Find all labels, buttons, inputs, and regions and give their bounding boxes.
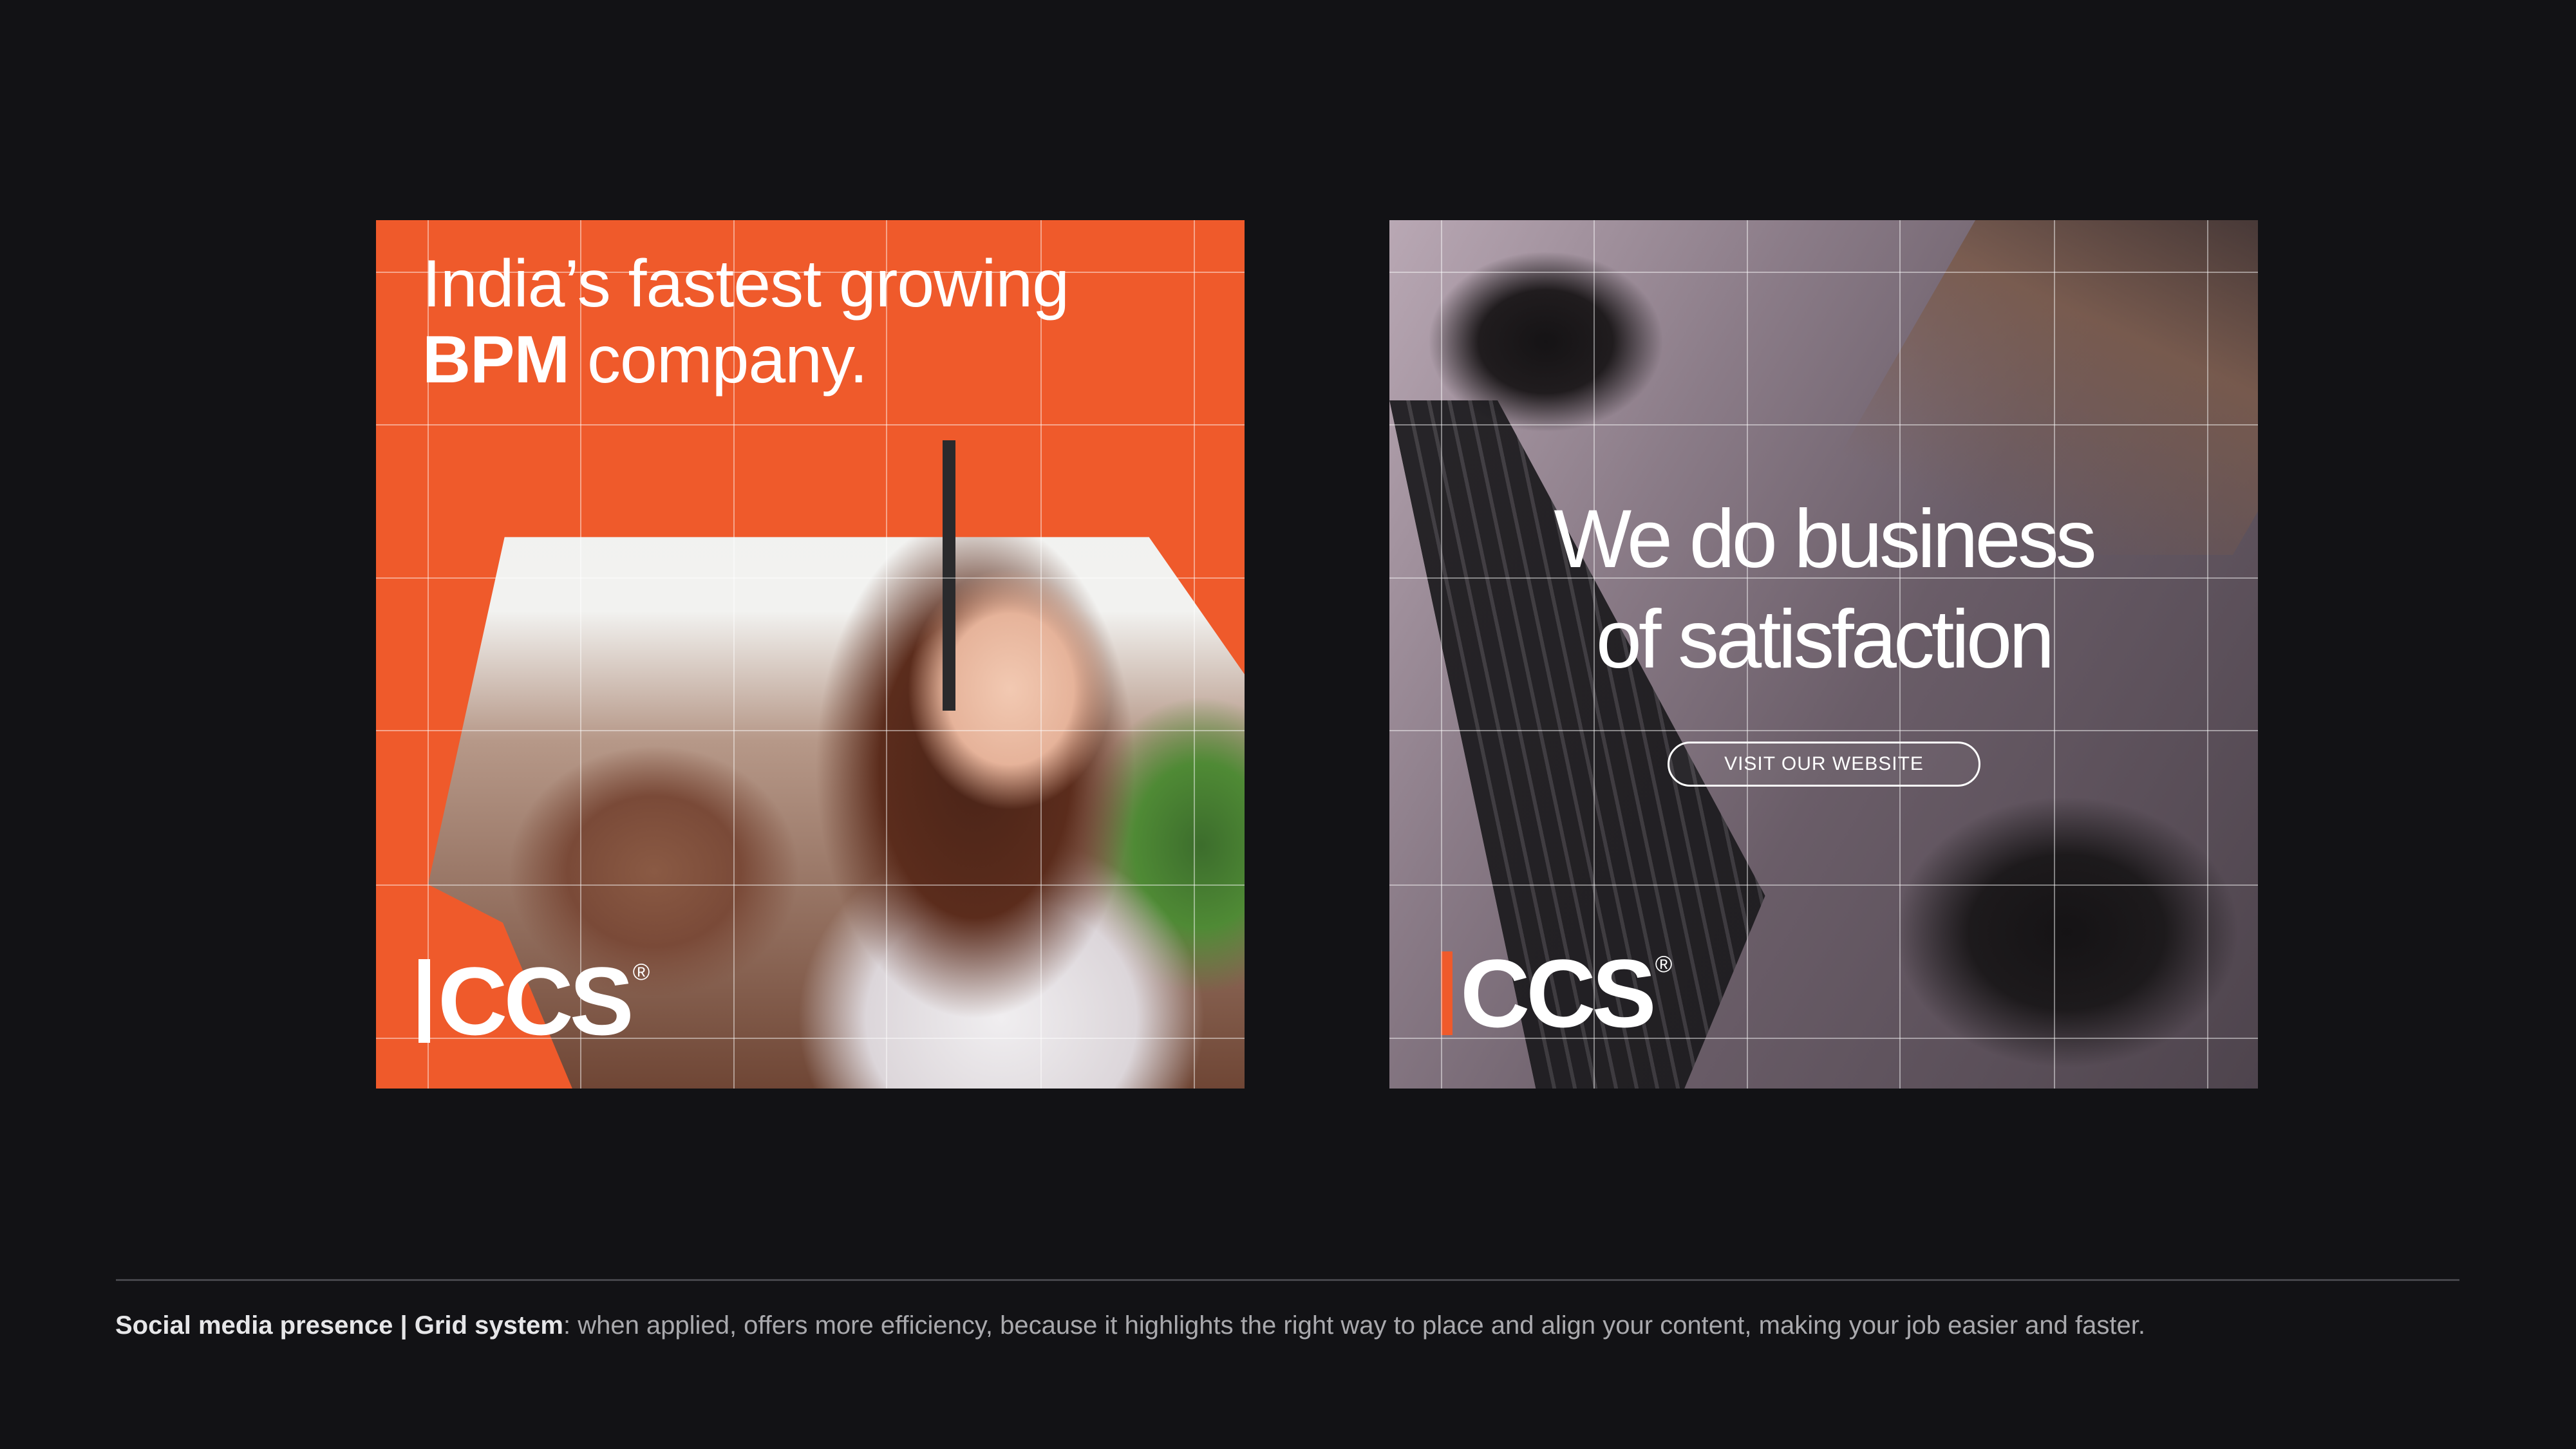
social-post-card-satisfaction: We do business of satisfaction VISIT OUR…	[1389, 220, 2258, 1089]
card1-headline-line2: BPM company.	[422, 322, 1221, 398]
footer-divider	[116, 1279, 2459, 1281]
logo-wordmark: CCS	[438, 947, 634, 1055]
social-post-card-bpm: India’s fastest growing BPM company. CCS…	[376, 220, 1245, 1089]
caption-title: Social media presence | Grid system	[115, 1311, 563, 1340]
card1-headline: India’s fastest growing BPM company.	[422, 246, 1221, 398]
iccs-logo: CCS ®	[1441, 939, 1673, 1047]
card2-headline-line2: of satisfaction	[1595, 594, 2055, 686]
card1-headline-bold: BPM	[422, 323, 570, 397]
card1-headline-line1: India’s fastest growing	[422, 247, 1069, 321]
logo-registered-mark: ®	[1655, 951, 1673, 977]
logo-registered-mark: ®	[632, 958, 650, 985]
logo-i-bar-icon	[1441, 951, 1453, 1035]
card1-headline-rest: company.	[569, 323, 868, 397]
card2-headline-line1: We do business	[1554, 493, 2096, 585]
footer-caption: Social media presence | Grid system: whe…	[115, 1310, 2497, 1341]
window-frame	[943, 440, 955, 711]
card2-headline: We do business of satisfaction	[1389, 489, 2258, 690]
logo-wordmark: CCS	[1460, 939, 1657, 1047]
grid-line-horizontal	[376, 424, 1245, 425]
caption-body: : when applied, offers more efficiency, …	[563, 1311, 2145, 1340]
iccs-logo: CCS ®	[418, 947, 650, 1055]
visit-website-button[interactable]: VISIT OUR WEBSITE	[1668, 742, 1980, 787]
logo-i-bar-icon	[418, 959, 430, 1043]
